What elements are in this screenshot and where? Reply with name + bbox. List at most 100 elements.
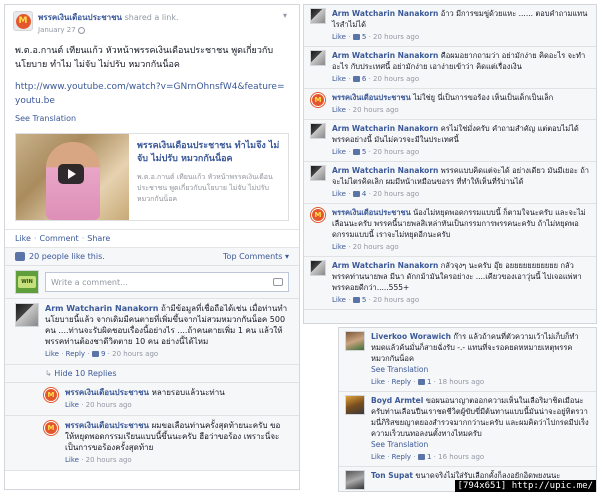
- commenter-avatar[interactable]: [345, 470, 365, 490]
- play-icon[interactable]: [58, 164, 84, 184]
- reply-like-link[interactable]: Like: [332, 243, 346, 251]
- thumbs-up-icon: [15, 252, 25, 261]
- reply-time[interactable]: 20 hours ago: [86, 401, 132, 409]
- comment-time[interactable]: 20 hours ago: [373, 190, 419, 198]
- hide-replies-link[interactable]: Hide 10 Replies: [54, 369, 116, 378]
- reply-item: Arm Watcharin Nanakorn คือผมอยากถามว่า อ…: [304, 47, 596, 89]
- image-watermark: [794x651] http://upic.me/: [454, 480, 596, 492]
- comment-like-link[interactable]: Like: [371, 378, 385, 386]
- post-options-chevron-icon[interactable]: ▾: [283, 11, 293, 20]
- reply-time[interactable]: 20 hours ago: [86, 456, 132, 464]
- comment-link[interactable]: Comment: [40, 234, 79, 243]
- comment-like-count[interactable]: 5: [362, 148, 366, 156]
- likes-count[interactable]: 20 people like this.: [29, 252, 105, 261]
- comment-like-count[interactable]: 1: [427, 453, 431, 461]
- page-reply-avatar[interactable]: M: [310, 207, 326, 223]
- reply-like-link[interactable]: Like: [332, 106, 346, 114]
- share-link[interactable]: Share: [87, 234, 110, 243]
- comment-time[interactable]: 20 hours ago: [112, 350, 158, 358]
- comment-like-link[interactable]: Like: [332, 296, 346, 304]
- comment-time[interactable]: 20 hours ago: [373, 148, 419, 156]
- reply-author[interactable]: พรรคเงินเดือนประชาชน: [65, 421, 149, 430]
- commenter-avatar[interactable]: [345, 395, 365, 415]
- comment-reply-link[interactable]: Reply: [66, 350, 85, 358]
- comment-like-count[interactable]: 6: [362, 75, 366, 83]
- comment-like-link[interactable]: Like: [332, 75, 346, 83]
- commenter-name[interactable]: Arm Watcharin Nanakorn: [332, 166, 438, 175]
- commenter-name[interactable]: Boyd Armtel: [371, 396, 423, 405]
- feedback-section: 20 people like this. Top Comments ▾ WIN …: [5, 247, 299, 471]
- comment-time[interactable]: 18 hours ago: [438, 378, 484, 386]
- globe-icon: [77, 26, 85, 34]
- comment-reply-link[interactable]: Reply: [392, 453, 411, 461]
- commenter-avatar[interactable]: [310, 50, 326, 66]
- commenter-name[interactable]: Arm Watcharin Nanakorn: [332, 51, 438, 60]
- comment-like-link[interactable]: Like: [332, 190, 346, 198]
- reply-author[interactable]: พรรคเงินเดือนประชาชน: [65, 388, 149, 397]
- video-thumbnail[interactable]: [16, 134, 129, 220]
- replies-panel: Arm Watcharin Nanakorn อ้าว มีการขมขู่ด้…: [303, 4, 597, 324]
- see-translation-link[interactable]: See Translation: [371, 439, 590, 450]
- thumbs-up-icon: [91, 351, 99, 357]
- commenter-name[interactable]: Liverkoo Worawich: [371, 332, 451, 341]
- commenter-avatar[interactable]: [310, 8, 326, 24]
- camera-icon[interactable]: [273, 278, 283, 286]
- comment-like-count[interactable]: 9: [101, 350, 105, 358]
- commenter-name[interactable]: Arm Watcharin Nanakorn: [332, 9, 438, 18]
- comment-like-link[interactable]: Like: [45, 350, 59, 358]
- comment-like-link[interactable]: Like: [332, 33, 346, 41]
- comment-text: ขนาดจริงไม่ใส่รับเลือกคั้งก็ลงอยักอิดพยง…: [415, 471, 561, 480]
- page-avatar[interactable]: M: [13, 11, 33, 31]
- reply-item: M พรรคเงินเดือนประชาชน หลายรอบแล้วนะท่าน…: [5, 383, 299, 416]
- comment-like-count[interactable]: 5: [362, 296, 366, 304]
- comment-placeholder: Write a comment...: [51, 277, 128, 287]
- post-author[interactable]: พรรคเงินเดือนประชาชน: [38, 13, 122, 22]
- thumbs-up-icon: [352, 297, 360, 303]
- reply-item: Arm Watcharin Nanakorn อ้าว มีการขมขู่ด้…: [304, 5, 596, 47]
- comment-like-link[interactable]: Like: [332, 148, 346, 156]
- commenter-name[interactable]: Arm Watcharin Nanakorn: [332, 261, 438, 270]
- reply-author[interactable]: พรรคเงินเดือนประชาชน: [332, 93, 411, 102]
- shared-link-preview[interactable]: พรรคเงินเดือนประชาชน ทำไมจึง ไม่จับ ไม่ป…: [15, 133, 289, 221]
- commenter-avatar[interactable]: [310, 123, 326, 139]
- see-translation-link[interactable]: See Translation: [5, 108, 299, 123]
- reply-like-link[interactable]: Like: [65, 456, 79, 464]
- comment-time[interactable]: 20 hours ago: [373, 33, 419, 41]
- comment-like-count[interactable]: 1: [427, 378, 431, 386]
- comment-item: Boyd Armtel ขอผนอนาญาตออกความเห็นในเลือร…: [339, 392, 596, 467]
- page-reply-avatar[interactable]: M: [310, 92, 326, 108]
- comment-reply-link[interactable]: Reply: [392, 378, 411, 386]
- commenter-avatar[interactable]: [310, 165, 326, 181]
- commenter-avatar[interactable]: [345, 331, 365, 351]
- comment-time[interactable]: 16 hours ago: [438, 453, 484, 461]
- comment-input[interactable]: Write a comment...: [45, 272, 289, 292]
- reply-like-link[interactable]: Like: [65, 401, 79, 409]
- reply-item: Arm Watcharin Nanakorn ครไม่ใช่มั่งครับ …: [304, 120, 596, 162]
- page-reply-avatar[interactable]: M: [43, 420, 59, 436]
- reply-item: M พรรคเงินเดือนประชาชน ผมขอเลือนท่านครั้…: [5, 416, 299, 471]
- comment-time[interactable]: 20 hours ago: [373, 75, 419, 83]
- post-link[interactable]: http://www.youtube.com/watch?v=GNrnOhnsf…: [5, 72, 299, 108]
- comment-like-count[interactable]: 4: [362, 190, 366, 198]
- top-comments-dropdown[interactable]: Top Comments ▾: [223, 252, 289, 261]
- comment-time[interactable]: 20 hours ago: [373, 296, 419, 304]
- shared-link-title[interactable]: พรรคเงินเดือนประชาชน ทำไมจึง ไม่จับ ไม่ป…: [137, 140, 280, 166]
- commenter-avatar[interactable]: [15, 303, 39, 327]
- comment-item: Arm Watcharin Nanakorn ถ้ามีข้อมูลที่เชื…: [5, 299, 299, 365]
- post-date[interactable]: January 27: [38, 26, 76, 34]
- commenter-name[interactable]: Arm Watcharin Nanakorn: [45, 304, 158, 313]
- comment-like-count[interactable]: 5: [362, 33, 366, 41]
- post-header: M พรรคเงินเดือนประชาชน shared a link. Ja…: [5, 5, 299, 34]
- commenter-name[interactable]: Ton Supat: [371, 471, 413, 480]
- page-reply-avatar[interactable]: M: [43, 387, 59, 403]
- post-action: shared a link.: [124, 13, 179, 22]
- thumbs-up-icon: [417, 379, 425, 385]
- commenter-name[interactable]: Arm Watcharin Nanakorn: [332, 124, 438, 133]
- comment-like-link[interactable]: Like: [371, 453, 385, 461]
- like-link[interactable]: Like: [15, 234, 31, 243]
- reply-author[interactable]: พรรคเงินเดือนประชาชน: [332, 208, 411, 217]
- reply-time[interactable]: 20 hours ago: [353, 243, 399, 251]
- reply-time[interactable]: 20 hours ago: [353, 106, 399, 114]
- commenter-avatar[interactable]: [310, 260, 326, 276]
- see-translation-link[interactable]: See Translation: [371, 364, 590, 375]
